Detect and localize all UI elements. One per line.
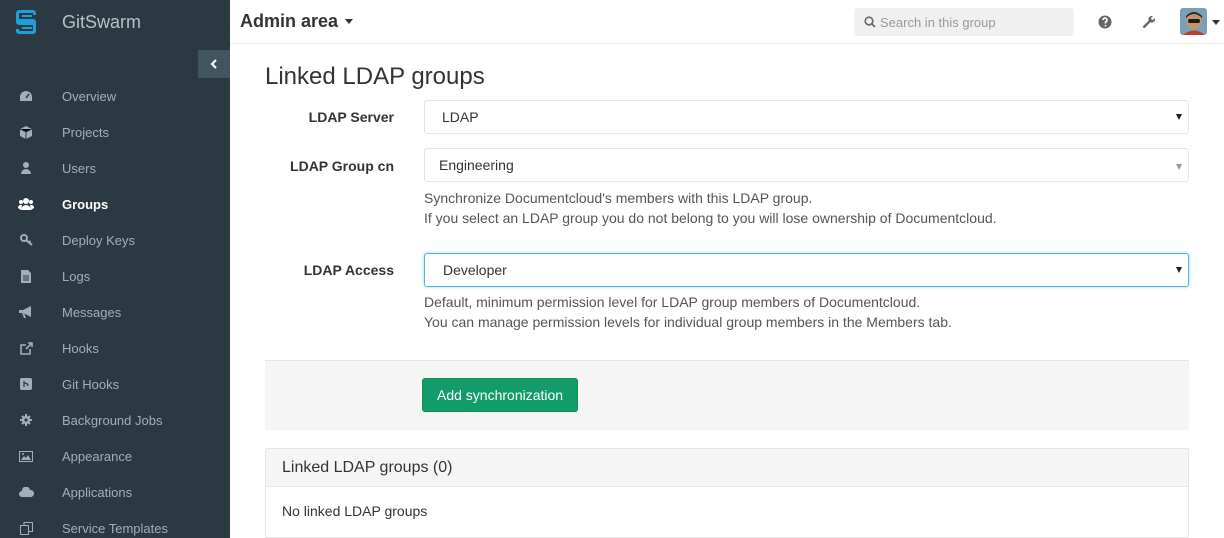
ldap-group-cn-label: LDAP Group cn (290, 158, 394, 174)
ldap-access-help-line-2: You can manage permission levels for ind… (424, 314, 952, 330)
ldap-server-select[interactable]: LDAP (424, 100, 1189, 134)
ldap-access-help: Default, minimum permission level for LD… (424, 292, 952, 332)
search-icon (864, 16, 876, 28)
ldap-access-label: LDAP Access (303, 262, 394, 278)
sidebar-item-projects[interactable]: Projects (0, 114, 230, 150)
git-icon (18, 376, 34, 392)
sidebar-item-background-jobs[interactable]: Background Jobs (0, 402, 230, 438)
panel-heading: Linked LDAP groups (0) (266, 449, 1188, 487)
bullhorn-icon (18, 304, 34, 320)
ldap-access-select[interactable]: Developer (424, 253, 1189, 287)
sidebar-item-service-templates[interactable]: Service Templates (0, 510, 230, 538)
sidebar-item-logs[interactable]: Logs (0, 258, 230, 294)
image-icon (18, 448, 34, 464)
ldap-group-help-line-1: Synchronize Documentcloud's members with… (424, 190, 813, 206)
ldap-access-value: Developer (443, 262, 507, 278)
sidebar: GitSwarm Overview Projects Users Groups … (0, 0, 230, 538)
help-icon[interactable] (1096, 12, 1114, 32)
ldap-group-help: Synchronize Documentcloud's members with… (424, 188, 997, 228)
cloud-icon (18, 484, 34, 500)
select-arrow-icon (1176, 267, 1182, 273)
brand[interactable]: GitSwarm (0, 0, 230, 44)
dashboard-icon (18, 88, 34, 104)
ldap-group-cn-value: Engineering (439, 157, 514, 173)
gitswarm-logo-icon (15, 7, 39, 37)
search-input[interactable] (880, 14, 1070, 30)
sidebar-nav: Overview Projects Users Groups Deploy Ke… (0, 78, 230, 538)
sidebar-item-hooks[interactable]: Hooks (0, 330, 230, 366)
panel-empty-message: No linked LDAP groups (282, 503, 428, 519)
cog-icon (18, 412, 34, 428)
sidebar-item-applications[interactable]: Applications (0, 474, 230, 510)
form-actions: Add synchronization (265, 360, 1189, 430)
collapse-sidebar-button[interactable] (198, 50, 230, 78)
search-box[interactable] (854, 8, 1074, 36)
top-header: Admin area (230, 0, 1224, 44)
ldap-access-help-line-1: Default, minimum permission level for LD… (424, 294, 921, 310)
external-link-icon (18, 340, 34, 356)
group-icon (18, 196, 34, 212)
select-arrow-icon (1176, 164, 1182, 170)
avatar-caret-icon[interactable] (1212, 20, 1220, 25)
sidebar-item-deploy-keys[interactable]: Deploy Keys (0, 222, 230, 258)
cube-icon (18, 124, 34, 140)
copy-icon (18, 520, 34, 536)
ldap-group-help-line-2: If you select an LDAP group you do not b… (424, 210, 997, 226)
sidebar-item-git-hooks[interactable]: Git Hooks (0, 366, 230, 402)
header-title: Admin area (240, 11, 339, 31)
linked-ldap-groups-panel: Linked LDAP groups (0) No linked LDAP gr… (265, 448, 1189, 538)
sidebar-item-messages[interactable]: Messages (0, 294, 230, 330)
avatar[interactable] (1180, 8, 1207, 35)
key-icon (18, 232, 34, 248)
file-icon (18, 268, 34, 284)
sidebar-item-users[interactable]: Users (0, 150, 230, 186)
sidebar-item-groups[interactable]: Groups (0, 186, 230, 222)
user-icon (18, 160, 34, 176)
main-content: Linked LDAP groups LDAP Server LDAP LDAP… (265, 44, 1189, 538)
ldap-server-value: LDAP (442, 109, 479, 125)
page-title: Linked LDAP groups (265, 63, 485, 90)
ldap-group-cn-select[interactable]: Engineering (424, 148, 1189, 182)
ldap-server-label: LDAP Server (308, 109, 394, 125)
select-arrow-icon (1176, 114, 1182, 120)
sidebar-item-appearance[interactable]: Appearance (0, 438, 230, 474)
sidebar-item-overview[interactable]: Overview (0, 78, 230, 114)
wrench-icon[interactable] (1140, 12, 1158, 32)
brand-name: GitSwarm (62, 11, 142, 32)
chevron-left-icon (210, 59, 217, 69)
admin-area-dropdown[interactable]: Admin area (240, 11, 354, 32)
add-synchronization-button[interactable]: Add synchronization (422, 378, 579, 412)
caret-down-icon (345, 19, 354, 24)
